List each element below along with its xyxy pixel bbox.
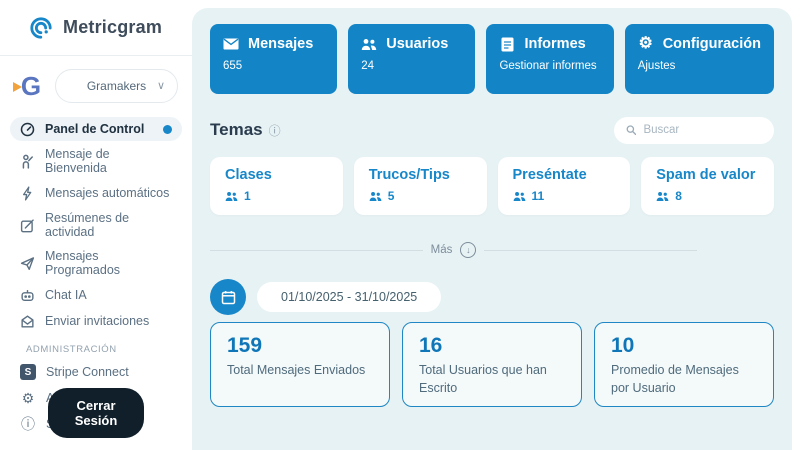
envelope-open-icon — [20, 314, 35, 329]
stat-value: 10 — [611, 334, 757, 358]
robot-icon — [20, 288, 35, 303]
workspace-dropdown[interactable]: Gramakers ∨ — [55, 69, 178, 103]
topic-title: Clases — [225, 167, 328, 183]
sidebar-item-chat-ia[interactable]: Chat IA — [10, 283, 182, 307]
workspace-selector-row: G Gramakers ∨ — [0, 56, 192, 111]
topic-card-spam-de-valor[interactable]: Spam de valor 8 — [641, 157, 774, 215]
quick-card-title: Usuarios — [386, 36, 448, 52]
brand-name: Metricgram — [63, 17, 162, 38]
stripe-s-icon: S — [20, 364, 36, 380]
more-label: Más — [431, 244, 453, 256]
stat-label: Promedio de Mensajes por Usuario — [611, 362, 757, 397]
active-indicator-dot — [163, 125, 172, 134]
search-box[interactable] — [614, 117, 774, 144]
quick-cards-row: Mensajes 655 Usuarios 24 Informes Gestio… — [210, 24, 774, 94]
quick-card-title: Mensajes — [248, 36, 313, 52]
chevron-down-icon: ∨ — [157, 79, 165, 92]
admin-section-heading: ADMINISTRACIÓN — [10, 335, 182, 358]
topic-title: Spam de valor — [656, 167, 759, 183]
stat-value: 159 — [227, 334, 373, 358]
edit-icon — [20, 218, 35, 233]
quick-card-value: 24 — [361, 60, 462, 72]
stat-card-total-mensajes: 159 Total Mensajes Enviados — [210, 322, 390, 407]
topic-card-trucos-tips[interactable]: Trucos/Tips 5 — [354, 157, 487, 215]
info-circle-icon: ⓘ — [20, 417, 36, 431]
stat-cards-row: 159 Total Mensajes Enviados 16 Total Usu… — [210, 322, 774, 407]
topic-cards-row: Clases 1 Trucos/Tips 5 Preséntate 11 Spa… — [210, 157, 774, 215]
calendar-icon — [221, 290, 236, 305]
users-icon — [513, 191, 526, 202]
quick-card-usuarios[interactable]: Usuarios 24 — [348, 24, 475, 94]
topics-heading: Temas — [210, 120, 263, 140]
date-filter-row: 01/10/2025 - 31/10/2025 — [210, 279, 774, 315]
sidebar-item-stripe-connect[interactable]: S Stripe Connect — [10, 360, 182, 384]
users-icon — [656, 191, 669, 202]
users-icon — [369, 191, 382, 202]
topic-title: Preséntate — [513, 167, 616, 183]
quick-card-value: 655 — [223, 60, 324, 72]
divider-line — [484, 250, 697, 251]
stat-label: Total Mensajes Enviados — [227, 362, 373, 380]
stat-value: 16 — [419, 334, 565, 358]
topic-count: 8 — [675, 189, 682, 203]
sidebar-item-mensajes-automaticos[interactable]: Mensajes automáticos — [10, 181, 182, 205]
brand-header: Metricgram — [0, 0, 192, 56]
quick-card-title: Informes — [524, 36, 585, 52]
search-icon — [626, 124, 636, 136]
show-more-divider[interactable]: Más ↓ — [210, 242, 697, 258]
avatar-plane-icon — [13, 82, 22, 92]
topic-count: 5 — [388, 189, 395, 203]
sidebar: Metricgram G Gramakers ∨ Panel de Contro… — [0, 0, 192, 450]
topic-count: 1 — [244, 189, 251, 203]
topic-count: 11 — [532, 189, 545, 203]
stat-card-promedio-mensajes: 10 Promedio de Mensajes por Usuario — [594, 322, 774, 407]
arrow-down-circle-icon[interactable]: ↓ — [460, 242, 476, 258]
metricgram-logo-icon — [28, 15, 54, 41]
topics-header-row: Temas ⓘ — [210, 116, 774, 144]
search-input[interactable] — [643, 124, 762, 136]
quick-card-title: Configuración — [663, 36, 761, 52]
topic-card-presentate[interactable]: Preséntate 11 — [498, 157, 631, 215]
info-icon[interactable]: ⓘ — [269, 122, 281, 139]
workspace-name: Gramakers — [87, 79, 146, 93]
users-icon — [361, 38, 377, 51]
quick-card-mensajes[interactable]: Mensajes 655 — [210, 24, 337, 94]
sidebar-item-panel-de-control[interactable]: Panel de Control — [10, 117, 182, 141]
logout-button[interactable]: Cerrar Sesión — [48, 388, 144, 438]
stat-card-total-usuarios: 16 Total Usuarios que han Escrito — [402, 322, 582, 407]
divider-line — [210, 250, 423, 251]
quick-card-configuracion[interactable]: ⚙ Configuración Ajustes — [625, 24, 774, 94]
sidebar-item-mensaje-de-bienvenida[interactable]: Mensaje de Bienvenida — [10, 143, 182, 179]
topic-card-clases[interactable]: Clases 1 — [210, 157, 343, 215]
calendar-button[interactable] — [210, 279, 246, 315]
sidebar-item-resumenes-de-actividad[interactable]: Resúmenes de actividad — [10, 207, 182, 243]
lightning-icon — [20, 186, 35, 201]
welcome-person-icon — [20, 154, 35, 169]
gear-icon: ⚙ — [638, 36, 654, 52]
quick-card-subtitle: Gestionar informes — [499, 60, 600, 72]
document-icon — [499, 37, 515, 52]
quick-card-informes[interactable]: Informes Gestionar informes — [486, 24, 613, 94]
envelope-icon — [223, 38, 239, 50]
workspace-avatar: G — [16, 70, 46, 102]
main-panel: Mensajes 655 Usuarios 24 Informes Gestio… — [192, 8, 792, 450]
topic-title: Trucos/Tips — [369, 167, 472, 183]
quick-card-subtitle: Ajustes — [638, 60, 761, 72]
date-range-input[interactable]: 01/10/2025 - 31/10/2025 — [257, 282, 441, 312]
users-icon — [225, 191, 238, 202]
gear-icon: ⚙ — [20, 391, 36, 405]
stat-label: Total Usuarios que han Escrito — [419, 362, 565, 397]
paper-plane-icon — [20, 256, 35, 271]
gauge-icon — [20, 122, 35, 137]
sidebar-item-enviar-invitaciones[interactable]: Enviar invitaciones — [10, 309, 182, 333]
sidebar-item-mensajes-programados[interactable]: Mensajes Programados — [10, 245, 182, 281]
